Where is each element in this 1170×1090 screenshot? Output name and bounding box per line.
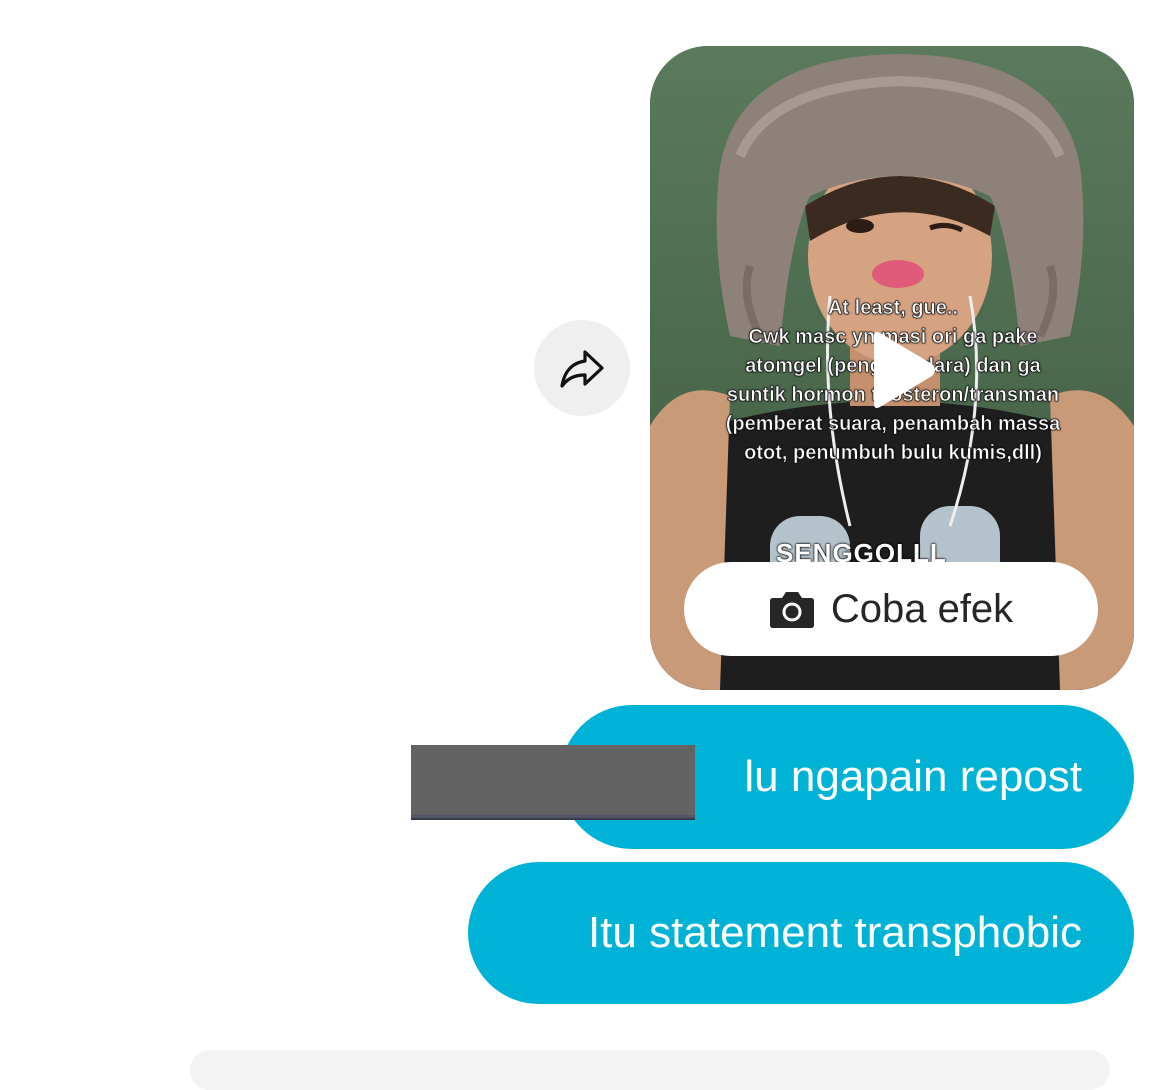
message-bubble[interactable]: Itu statement transphobic <box>468 862 1134 1004</box>
message-text: Itu statement transphobic <box>587 908 1082 957</box>
try-effect-button[interactable]: Coba efek <box>684 562 1098 656</box>
play-icon[interactable] <box>856 328 940 412</box>
redaction-box <box>411 745 695 820</box>
message-input-edge[interactable] <box>190 1050 1110 1090</box>
camera-icon <box>769 592 814 628</box>
shared-video-card[interactable]: At least, gue.. Cwk masc yn masi ori ga … <box>650 46 1134 690</box>
share-arrow-icon <box>560 350 604 388</box>
try-effect-label: Coba efek <box>830 586 1014 631</box>
message-text: lu ngapain repost <box>744 752 1082 801</box>
share-button[interactable] <box>534 320 630 416</box>
